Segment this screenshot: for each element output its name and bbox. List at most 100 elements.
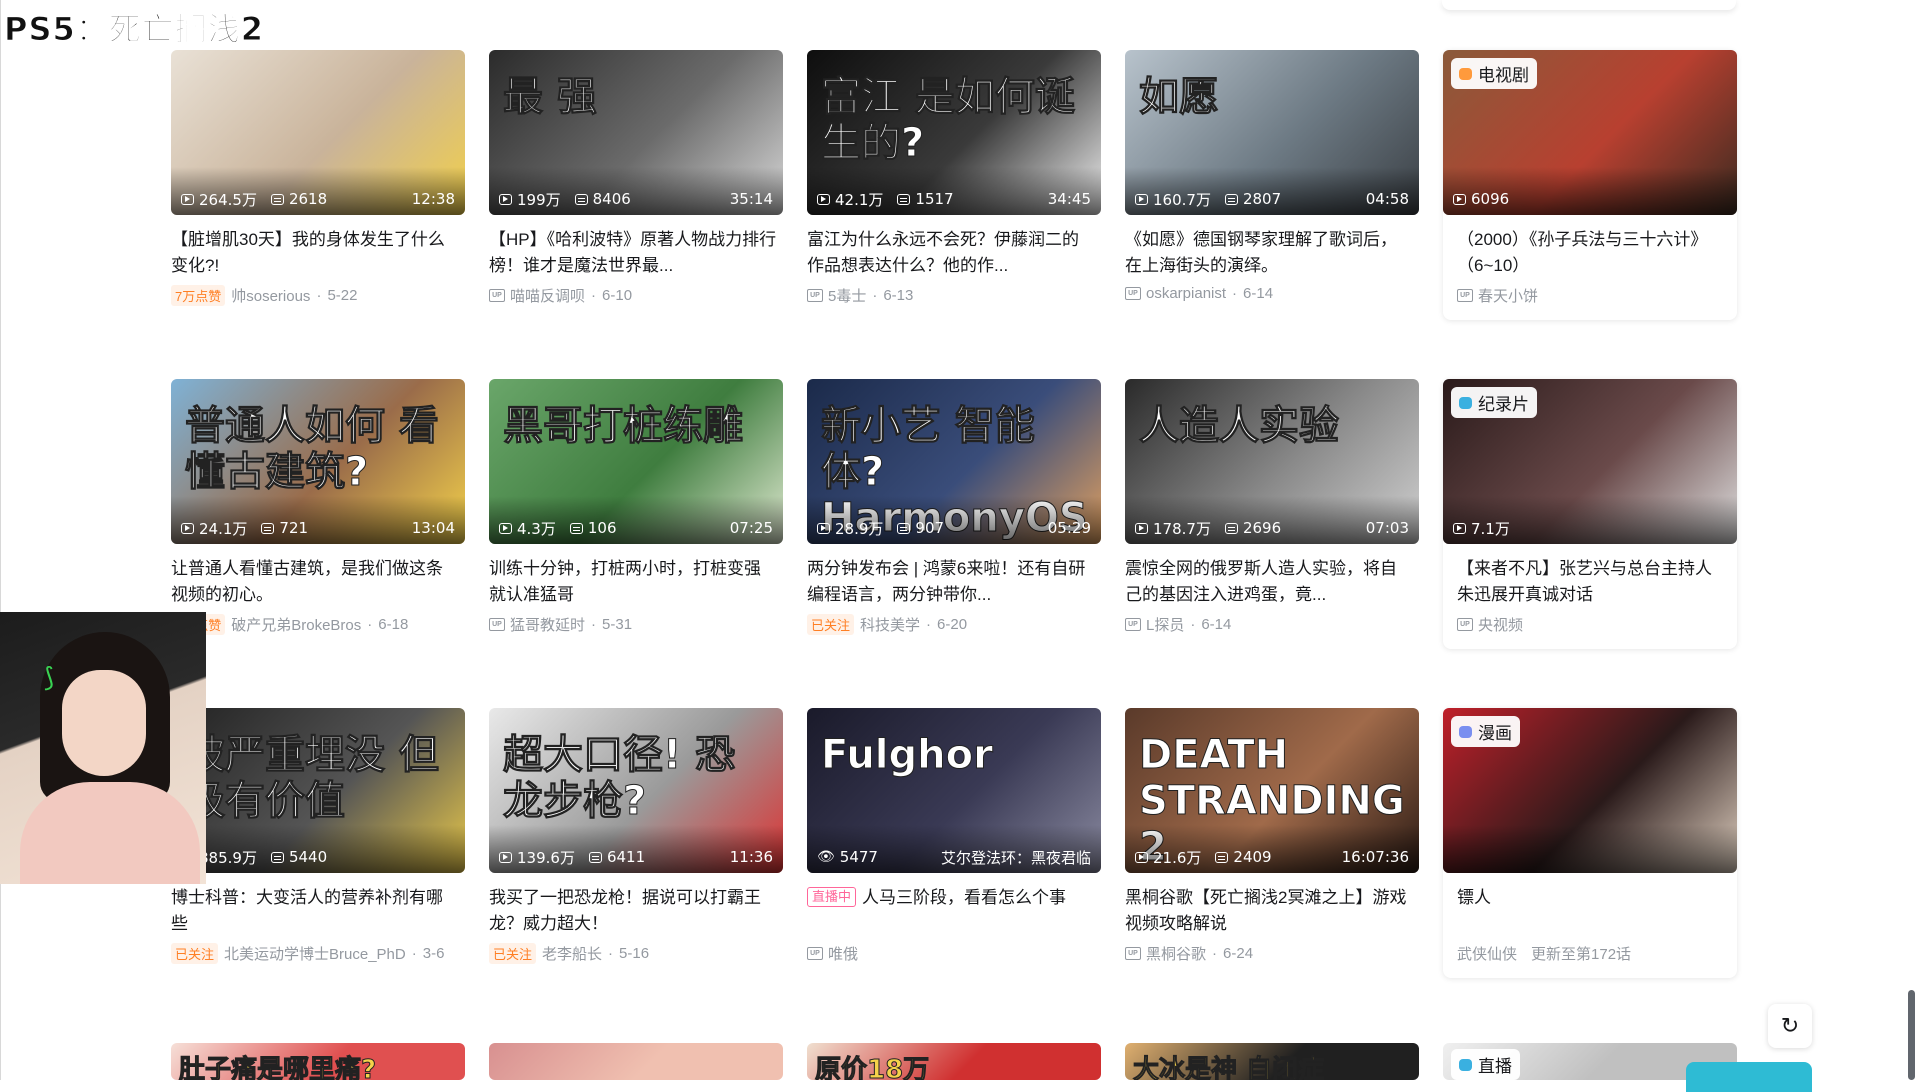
uploader-name[interactable]: 北美运动学博士Bruce_PhD	[224, 943, 406, 964]
video-thumbnail[interactable]	[489, 1043, 783, 1080]
view-count: 199万	[499, 189, 561, 210]
video-thumbnail[interactable]: 大冰是神 自闭症	[1125, 1043, 1419, 1080]
uploader-name[interactable]: 春天小饼	[1478, 285, 1538, 306]
video-meta: 已关注 科技美学 · 6-20	[807, 614, 1101, 635]
video-title[interactable]: 黑桐谷歌【死亡搁浅2冥滩之上】游戏视频攻略解说	[1125, 885, 1419, 937]
view-count-value: 178.7万	[1153, 519, 1211, 538]
video-card[interactable]: 最 强 199万 8406 35:14 【HP】《哈利波特》原著人物战力排行榜！谁才是魔…	[489, 50, 783, 306]
uploader-name[interactable]: oskarpianist	[1146, 285, 1226, 302]
video-thumbnail[interactable]: 人造人实验 178.7万 2696 07:03	[1125, 379, 1419, 544]
danmaku-count-value: 907	[915, 519, 945, 537]
video-title[interactable]: 富江为什么永远不会死？伊藤润二的作品想表达什么？他的作...	[807, 227, 1101, 279]
upload-date: 6-18	[378, 616, 409, 633]
category-tag-icon	[1459, 396, 1472, 409]
video-title[interactable]: 震惊全网的俄罗斯人造人实验，将自己的基因注入进鸡蛋，竟...	[1125, 556, 1419, 608]
video-thumbnail[interactable]: 被严重埋没 但极有价值 885.9万 5440	[171, 708, 465, 873]
video-thumbnail[interactable]: 富江 是如何诞生的? 42.1万 1517 34:45	[807, 50, 1101, 215]
video-card-partial[interactable]: 原价18万	[807, 1043, 1101, 1080]
streamer-webcam-overlay: ⟆	[0, 612, 206, 884]
video-thumbnail[interactable]: 黑哥打桩练雕 4.3万 106 07:25	[489, 379, 783, 544]
video-thumbnail[interactable]: 电视剧 6096	[1443, 50, 1737, 215]
uploader-name[interactable]: 老李船长	[542, 943, 602, 964]
video-card[interactable]: 普通人如何 看懂古建筑? 24.1万 721 13:04 让普通人看懂古建筑，是我们做这…	[171, 379, 465, 635]
video-thumbnail[interactable]: 超大口径! 恐龙步枪? 139.6万 6411 11:36	[489, 708, 783, 873]
video-thumbnail[interactable]: 纪录片 7.1万	[1443, 379, 1737, 544]
pgc-category: 武侠仙侠	[1457, 946, 1518, 963]
uploader-name[interactable]: L探员	[1146, 614, 1184, 635]
video-card[interactable]: 新小艺 智能体? HarmonyOS 628.9万90705:29 两分钟发布会 …	[807, 379, 1101, 635]
video-duration: 11:36	[729, 848, 773, 866]
uploader-name[interactable]: 科技美学	[860, 614, 920, 635]
video-title[interactable]: 让普通人看懂古建筑，是我们做这条视频的初心。	[171, 556, 465, 608]
danmaku-count: 907	[897, 519, 944, 537]
video-title[interactable]: 训练十分钟，打桩两小时，打桩变强就认准猛哥	[489, 556, 783, 608]
uploader-name[interactable]: 黑桐谷歌	[1146, 943, 1206, 964]
up-icon: UP	[1125, 287, 1141, 300]
thumbnail-art-text: 大冰是神 自闭症	[1132, 1055, 1325, 1081]
video-title[interactable]: 《如愿》德国钢琴家理解了歌词后，在上海街头的演绎。	[1125, 227, 1419, 279]
video-thumbnail[interactable]: 普通人如何 看懂古建筑? 24.1万 721 13:04	[171, 379, 465, 544]
meta-separator: ·	[1232, 285, 1238, 302]
uploader-name[interactable]: 帅soserious	[231, 285, 310, 306]
page-scrollbar-thumb[interactable]	[1908, 990, 1915, 1080]
pgc-card[interactable]: 电视剧 6096 （2000）《孙子兵法与三十六计》（6~10） UP 春天小饼	[1443, 50, 1737, 320]
video-title[interactable]: 我买了一把恐龙枪！据说可以打霸王龙？威力超大！	[489, 885, 783, 937]
danmaku-count: 8406	[574, 190, 631, 208]
video-thumbnail[interactable]: 最 强 199万 8406 35:14	[489, 50, 783, 215]
meta-separator: ·	[608, 945, 614, 962]
uploader-name[interactable]: 央视频	[1478, 614, 1523, 635]
video-card[interactable]: 被严重埋没 但极有价值 885.9万 5440 博士科普：大变活人的营养补剂有哪些 已关…	[171, 708, 465, 964]
video-card-partial[interactable]: 大冰是神 自闭症	[1125, 1043, 1419, 1080]
thumbnail-art-text: 如愿	[1139, 74, 1220, 121]
video-duration: 16:07:36	[1341, 848, 1409, 866]
video-title[interactable]: 两分钟发布会 | 鸿蒙6来啦！还有自研编程语言，两分钟带你...	[807, 556, 1101, 608]
uploader-name[interactable]: 唯俄	[828, 943, 858, 964]
video-title[interactable]: 【脏增肌30天】我的身体发生了什么变化?!	[171, 227, 465, 279]
floating-action-button[interactable]	[1686, 1062, 1812, 1092]
meta-separator: ·	[411, 945, 417, 962]
thumbnail-stats: 24.1万 721 13:04	[181, 518, 455, 538]
video-card[interactable]: 黑哥打桩练雕 4.3万 106 07:25 训练十分钟，打桩两小时，打桩变强就认准猛哥 U…	[489, 379, 783, 635]
uploader-name[interactable]: 喵喵反调呗	[510, 285, 585, 306]
video-card[interactable]: 264.5万 2618 12:38 【脏增肌30天】我的身体发生了什么变化?! 7万点赞…	[171, 50, 465, 306]
danmaku-icon	[1224, 522, 1238, 534]
uploader-name[interactable]: 5毒士	[828, 285, 866, 306]
upload-date: 5-31	[602, 616, 633, 633]
video-card[interactable]: 如愿 160.7万 2807 04:58 《如愿》德国钢琴家理解了歌词后，在上海街头的演…	[1125, 50, 1419, 302]
uploader-name[interactable]: 破产兄弟BrokeBros	[231, 614, 361, 635]
video-thumbnail[interactable]: DEATH STRANDING 221.6万240916:07:36	[1125, 708, 1419, 873]
video-card[interactable]: 人造人实验 178.7万 2696 07:03 震惊全网的俄罗斯人造人实验，将自己的基因…	[1125, 379, 1419, 635]
video-thumbnail[interactable]: 肚子痛是哪里痛?	[171, 1043, 465, 1080]
thumbnail-art-text: 原价18万	[814, 1055, 930, 1081]
refresh-feed-button[interactable]: ↻	[1768, 1004, 1812, 1048]
video-thumbnail[interactable]: Fulghor 👁 5477 艾尔登法环：黑夜君临	[807, 708, 1101, 873]
video-thumbnail[interactable]: 新小艺 智能体? HarmonyOS 628.9万90705:29	[807, 379, 1101, 544]
video-title[interactable]: 博士科普：大变活人的营养补剂有哪些	[171, 885, 465, 937]
video-card-partial[interactable]	[489, 1043, 783, 1080]
video-thumbnail[interactable]: 漫画	[1443, 708, 1737, 873]
video-card[interactable]: Fulghor 👁 5477 艾尔登法环：黑夜君临 直播中 人马三阶段，看看怎么个事 UP 唯…	[807, 708, 1101, 964]
video-title[interactable]: 【HP】《哈利波特》原著人物战力排行榜！谁才是魔法世界最...	[489, 227, 783, 279]
play-count-icon	[1453, 522, 1466, 534]
meta-separator: ·	[591, 616, 597, 633]
pgc-card[interactable]: 漫画 镖人 武侠仙侠 更新至第172话	[1443, 708, 1737, 978]
thumbnail-stats: 4.3万 106 07:25	[499, 518, 773, 538]
meta-separator: ·	[316, 287, 322, 304]
pgc-title[interactable]: 镖人	[1443, 885, 1737, 937]
video-thumbnail[interactable]: 如愿 160.7万 2807 04:58	[1125, 50, 1419, 215]
danmaku-icon	[1215, 851, 1229, 863]
video-thumbnail[interactable]: 264.5万 2618 12:38	[171, 50, 465, 215]
video-card-partial[interactable]: 肚子痛是哪里痛?	[171, 1043, 465, 1080]
pgc-title[interactable]: 【来者不凡】张艺兴与总台主持人朱迅展开真诚对话	[1443, 556, 1737, 608]
video-title[interactable]: 直播中 人马三阶段，看看怎么个事	[807, 885, 1101, 937]
video-card[interactable]: DEATH STRANDING 221.6万240916:07:36 黑桐谷歌【死…	[1125, 708, 1419, 964]
pgc-title[interactable]: （2000）《孙子兵法与三十六计》（6~10）	[1443, 227, 1737, 279]
video-thumbnail[interactable]: 原价18万	[807, 1043, 1101, 1080]
danmaku-count: 2618	[270, 190, 327, 208]
pgc-card[interactable]: 纪录片 7.1万 【来者不凡】张艺兴与总台主持人朱迅展开真诚对话 UP 央视频	[1443, 379, 1737, 649]
view-count: 178.7万	[1135, 518, 1211, 539]
video-card[interactable]: 富江 是如何诞生的? 42.1万 1517 34:45 富江为什么永远不会死？伊藤润二的…	[807, 50, 1101, 306]
uploader-name[interactable]: 猛哥教延时	[510, 614, 585, 635]
video-card[interactable]: 超大口径! 恐龙步枪? 139.6万 6411 11:36 我买了一把恐龙枪！据说可以打…	[489, 708, 783, 964]
view-count: 139.6万	[499, 847, 575, 868]
